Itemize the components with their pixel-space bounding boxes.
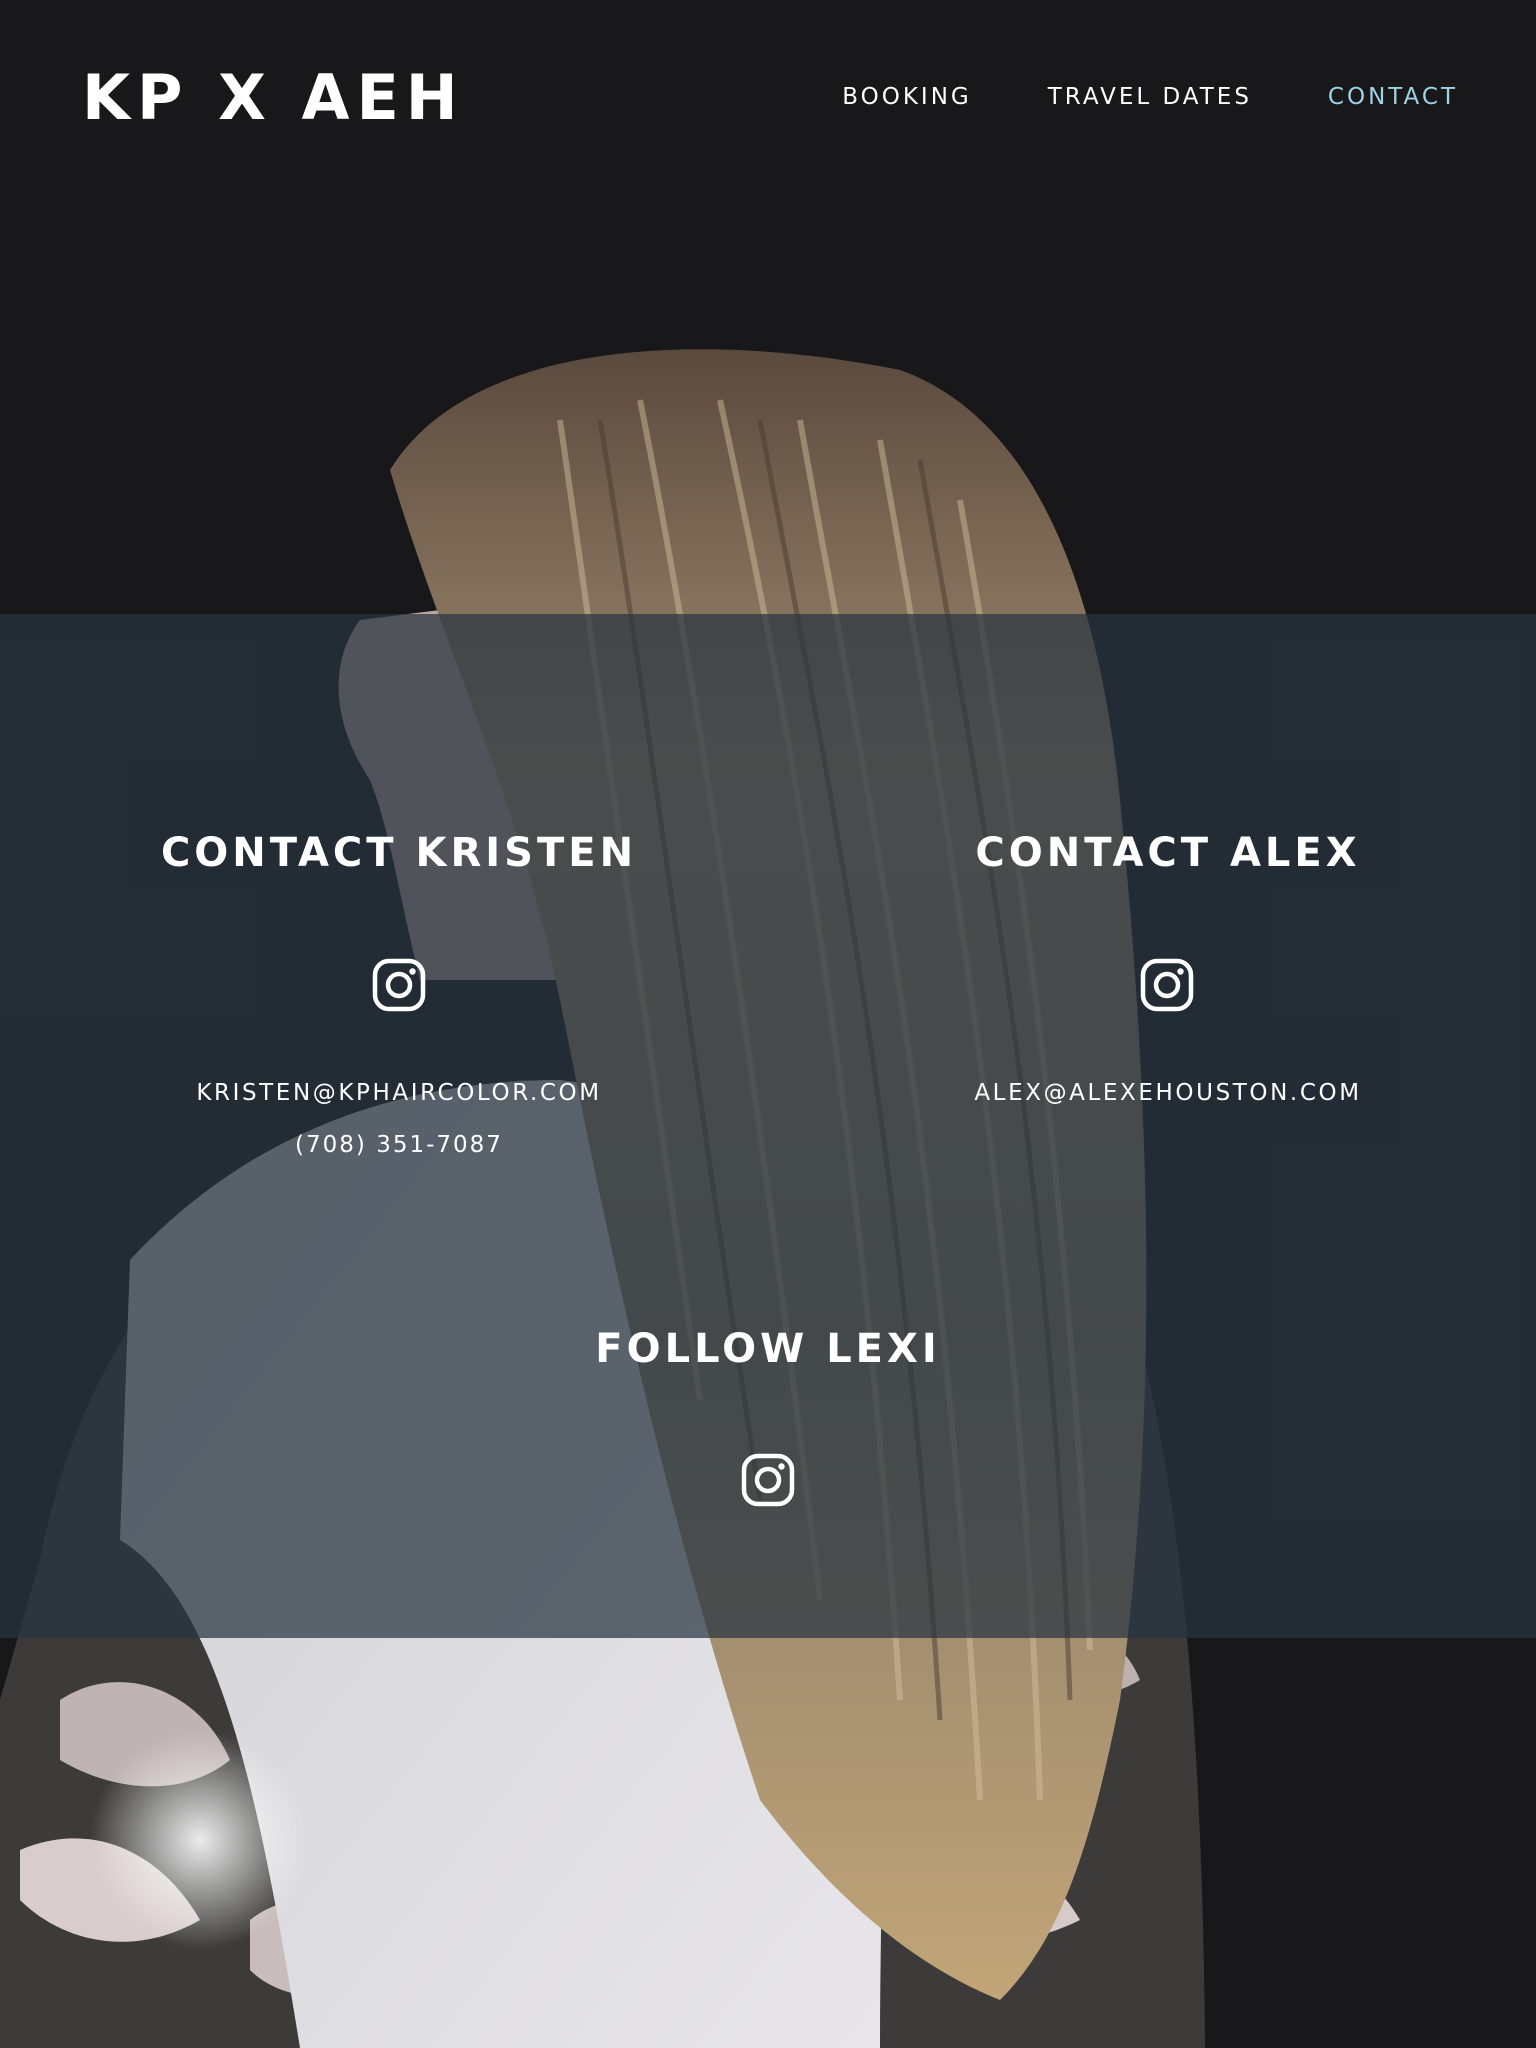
nav-contact[interactable]: CONTACT [1328, 82, 1458, 112]
site-header: KP X AEH BOOKING TRAVEL DATES CONTACT [0, 0, 1536, 200]
kristen-instagram-icon[interactable] [371, 957, 427, 1013]
kristen-phone[interactable]: (708) 351-7087 [14, 1130, 784, 1160]
main-nav: BOOKING TRAVEL DATES CONTACT [842, 82, 1458, 112]
nav-booking[interactable]: BOOKING [842, 82, 971, 112]
nav-travel-dates[interactable]: TRAVEL DATES [1048, 82, 1252, 112]
kristen-email-link[interactable]: KRISTEN@KPHAIRCOLOR.COM [14, 1078, 784, 1108]
contact-kristen-heading: CONTACT KRISTEN [160, 830, 638, 876]
lexi-instagram-icon[interactable] [740, 1452, 796, 1508]
contact-alex-heading: CONTACT ALEX [975, 830, 1361, 876]
alex-instagram-icon[interactable] [1139, 957, 1195, 1013]
follow-lexi-heading: FOLLOW LEXI [595, 1326, 941, 1372]
site-logo[interactable]: KP X AEH [82, 62, 465, 134]
alex-email-link[interactable]: ALEX@ALEXEHOUSTON.COM [784, 1078, 1536, 1108]
